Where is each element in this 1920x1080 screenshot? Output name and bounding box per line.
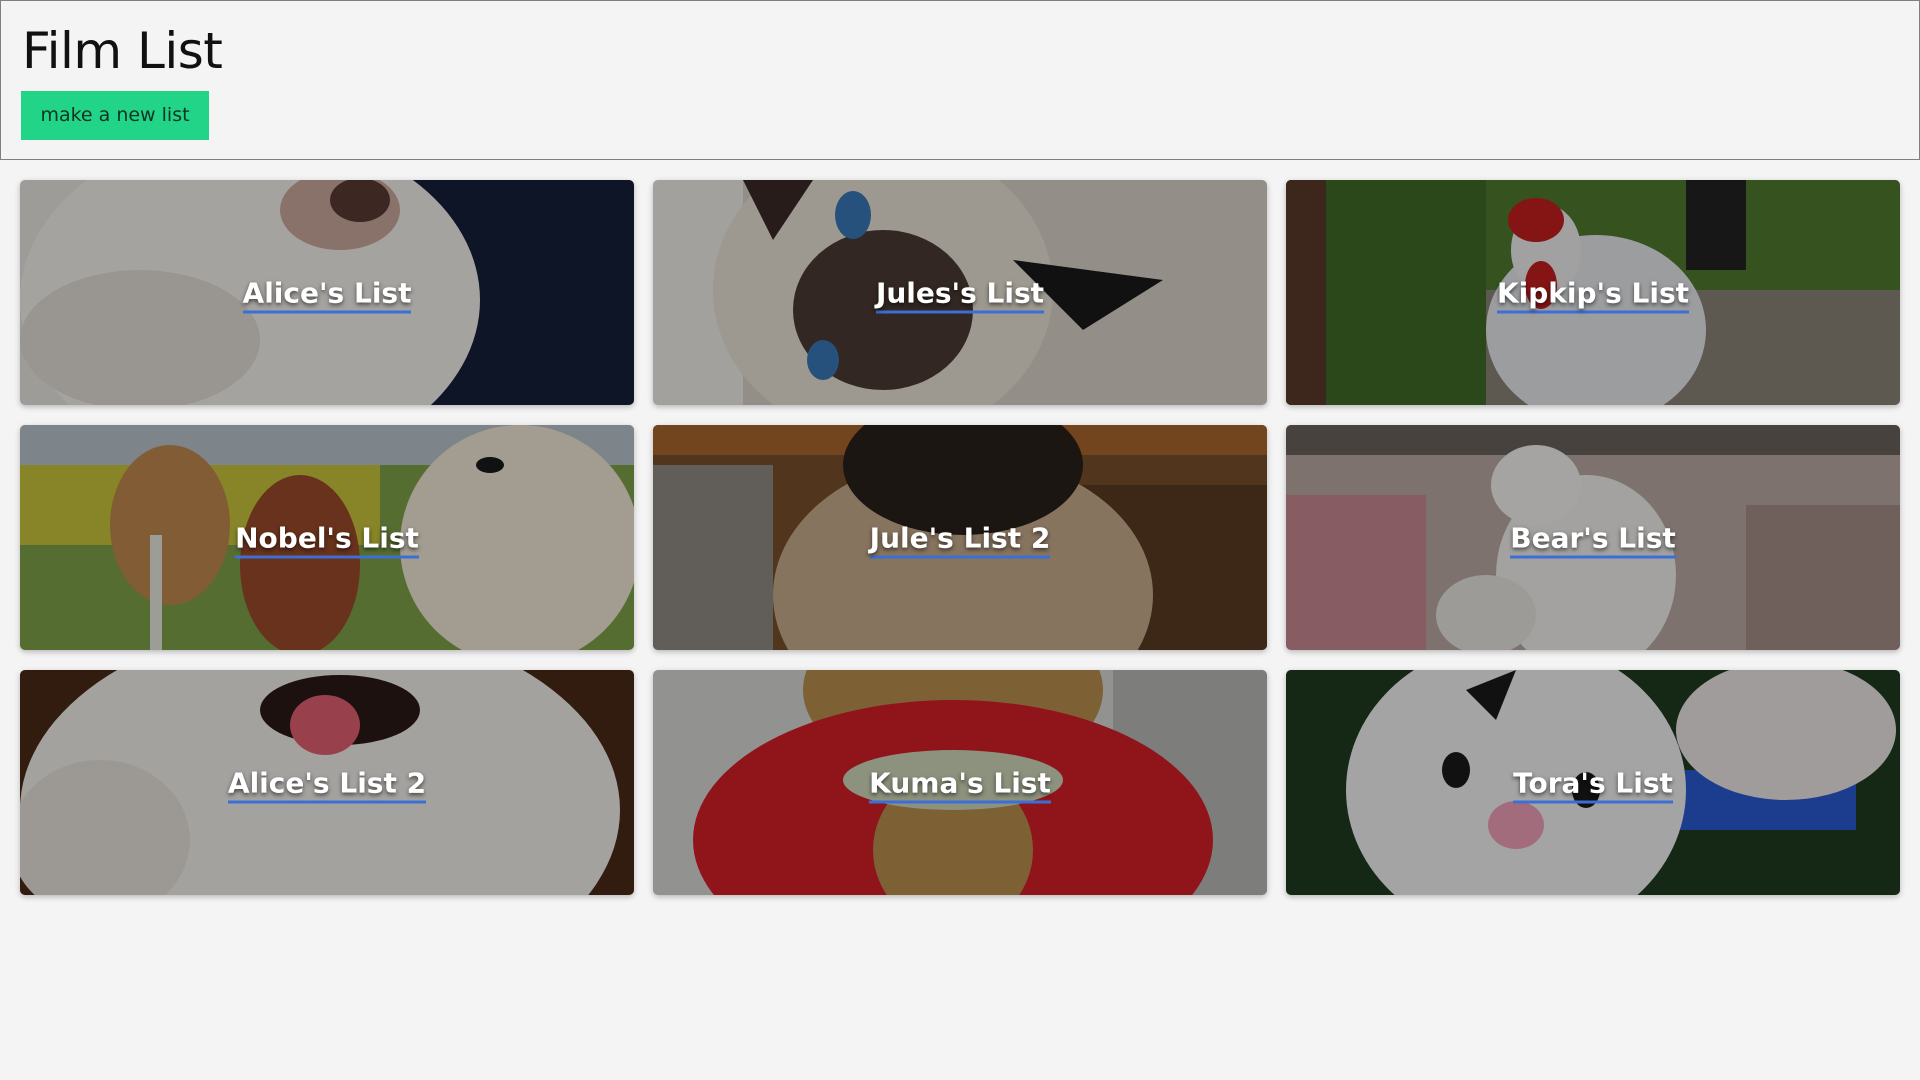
- list-card[interactable]: Jule's List 2: [653, 425, 1267, 650]
- list-title-link[interactable]: Bear's List: [1510, 521, 1676, 558]
- list-card[interactable]: Jules's List: [653, 180, 1267, 405]
- list-card[interactable]: Nobel's List: [20, 425, 634, 650]
- page-title: Film List: [22, 22, 223, 80]
- make-new-list-button[interactable]: make a new list: [21, 91, 209, 140]
- list-title-link[interactable]: Alice's List 2: [227, 766, 427, 803]
- list-title-link[interactable]: Kuma's List: [869, 766, 1051, 803]
- list-title-link[interactable]: Tora's List: [1513, 766, 1673, 803]
- list-card[interactable]: Kipkip's List: [1286, 180, 1900, 405]
- list-title-link[interactable]: Alice's List: [242, 276, 412, 313]
- list-card[interactable]: Kuma's List: [653, 670, 1267, 895]
- list-title-link[interactable]: Nobel's List: [235, 521, 419, 558]
- list-card[interactable]: Alice's List: [20, 180, 634, 405]
- list-card[interactable]: Tora's List: [1286, 670, 1900, 895]
- list-card[interactable]: Alice's List 2: [20, 670, 634, 895]
- header: Film List make a new list: [0, 0, 1920, 160]
- list-title-link[interactable]: Jule's List 2: [869, 521, 1051, 558]
- list-card[interactable]: Bear's List: [1286, 425, 1900, 650]
- list-title-link[interactable]: Kipkip's List: [1496, 276, 1690, 313]
- list-grid: Alice's List Jules's List Kipkip's List …: [20, 180, 1900, 895]
- list-title-link[interactable]: Jules's List: [875, 276, 1045, 313]
